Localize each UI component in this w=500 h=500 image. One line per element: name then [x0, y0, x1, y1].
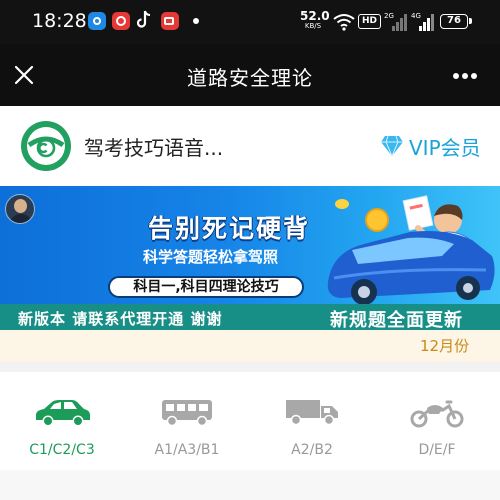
network-speed: 52.0 KB/S [300, 9, 330, 30]
car-illustration [327, 195, 495, 304]
banner-subline: 科学答题轻松拿驾照 [143, 248, 279, 266]
tab-a2-b2[interactable]: A2/B2 [257, 372, 367, 470]
app-notification-icon [88, 12, 106, 30]
car-icon [36, 400, 90, 427]
banner-notice-left: 新版本 请联系代理开通 谢谢 [18, 310, 223, 328]
promo-banner[interactable]: 告别死记硬背 科学答题轻松拿驾照 科目一,科目四理论技巧 新版本 请联系代理开通… [0, 186, 500, 330]
vip-membership-button[interactable]: VIP会员 [380, 132, 481, 160]
wifi-icon [333, 14, 355, 31]
network-speed-value: 52.0 [300, 9, 330, 23]
brand-row: 驾考技巧语音... VIP会员 [0, 106, 500, 186]
banner-notice-right: 新规题全面更新 [330, 310, 463, 330]
vip-label: VIP会员 [409, 135, 481, 160]
tiktok-icon [137, 10, 151, 28]
banner-headline: 告别死记硬背 [148, 214, 311, 243]
status-time: 18:28 [32, 10, 87, 32]
notice-strip: 12月份 [0, 330, 500, 362]
diamond-icon [381, 135, 403, 157]
page-title: 道路安全理论 [187, 66, 313, 90]
truck-icon [286, 400, 338, 426]
tab-d-e-f[interactable]: D/E/F [382, 372, 492, 470]
app-notification-icon [112, 12, 130, 30]
app-name: 驾考技巧语音... [84, 136, 224, 160]
notification-dot [193, 18, 199, 24]
tab-label: A2/B2 [291, 442, 333, 458]
video-app-icon [161, 12, 179, 30]
motorcycle-icon [410, 400, 464, 428]
status-bar: 18:28 52.0 KB/S HD 2G 4G 76 [0, 0, 500, 44]
app-logo [21, 121, 71, 171]
banner-pill: 科目一,科目四理论技巧 [108, 276, 304, 298]
signal-icon [419, 14, 434, 31]
tab-label: D/E/F [418, 442, 456, 458]
battery-indicator: 76 [440, 14, 472, 29]
bus-icon [162, 400, 212, 427]
network-speed-unit: KB/S [304, 22, 322, 30]
license-type-tabs: C1/C2/C3 A1/A3/B1 A2/B2 D/E/F [0, 372, 500, 470]
app-header: 道路安全理论 [0, 44, 500, 106]
signal-icon [392, 14, 407, 31]
more-options-icon[interactable] [452, 72, 478, 80]
tab-c1-c2-c3[interactable]: C1/C2/C3 [7, 372, 117, 470]
hd-badge: HD [358, 14, 382, 29]
tab-label: A1/A3/B1 [154, 442, 220, 458]
banner-bottom-strip: 新版本 请联系代理开通 谢谢 新规题全面更新 [0, 304, 500, 330]
notice-text: 12月份 [420, 337, 470, 355]
tab-a1-a3-b1[interactable]: A1/A3/B1 [132, 372, 242, 470]
tab-label: C1/C2/C3 [29, 442, 95, 458]
bottom-area [0, 470, 500, 500]
avatar [5, 194, 35, 224]
